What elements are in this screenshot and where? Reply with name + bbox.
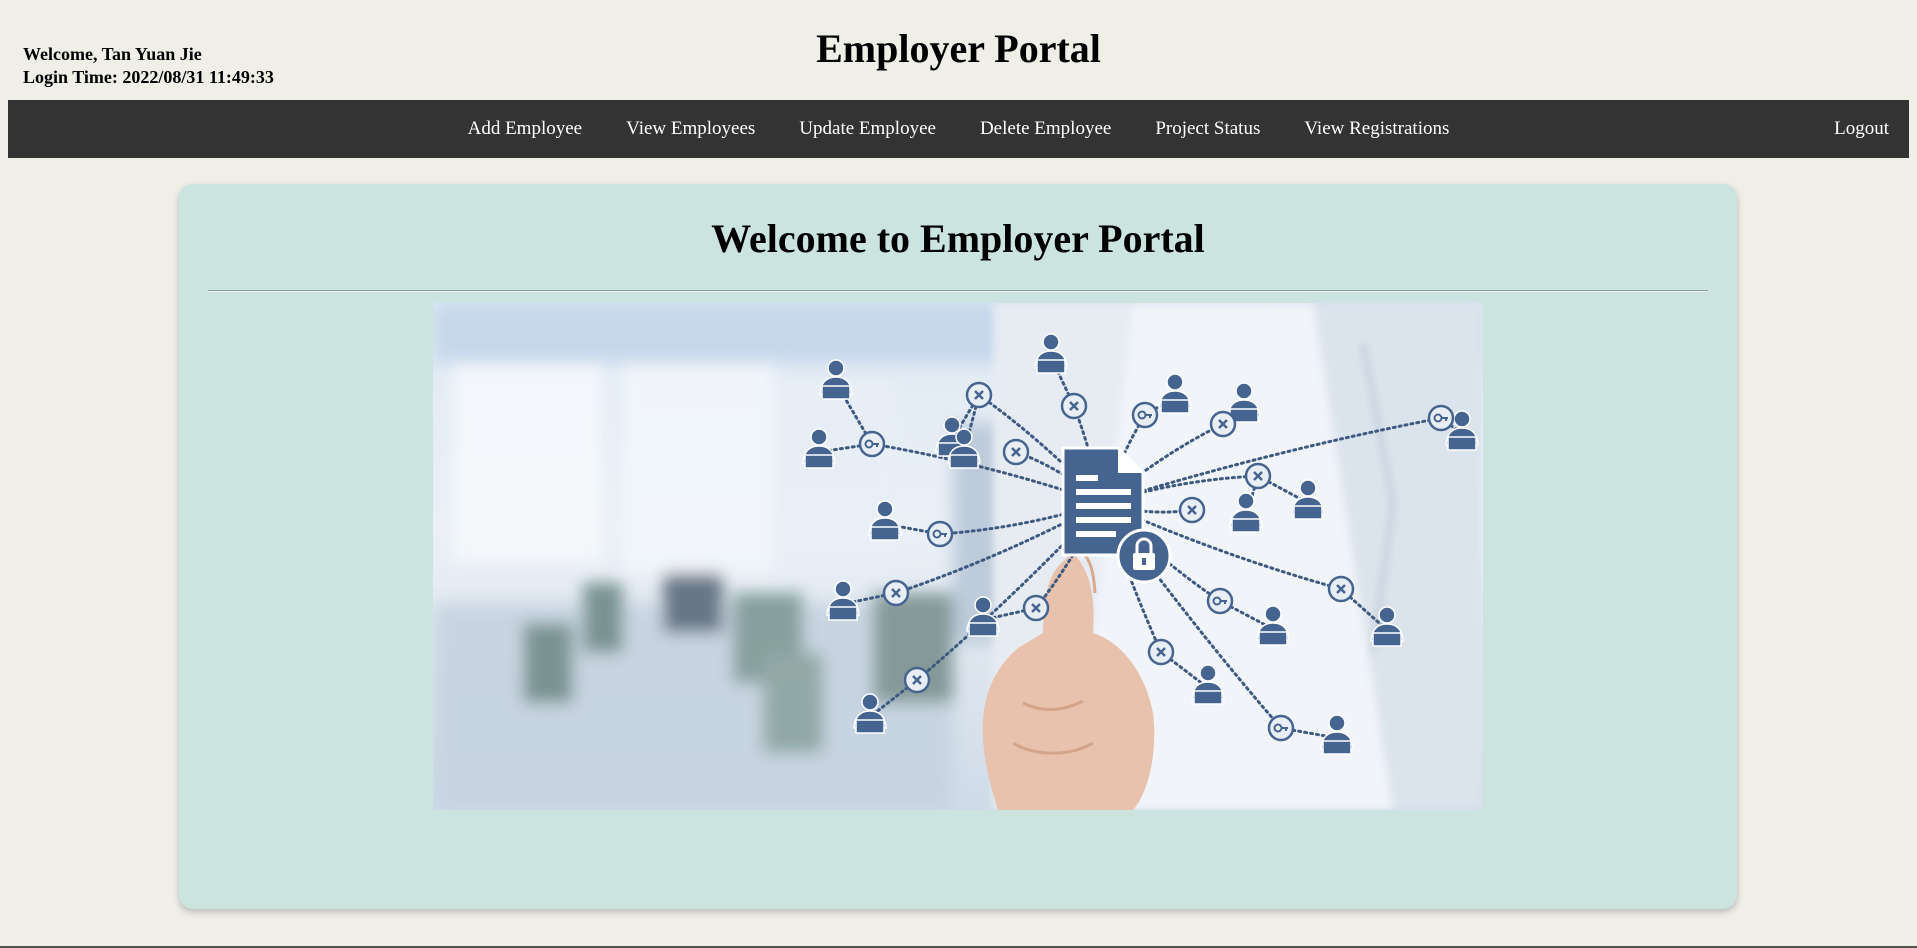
nav-add-employee[interactable]: Add Employee	[446, 118, 605, 140]
card-divider	[208, 290, 1708, 292]
x-mark-icon	[1002, 438, 1030, 466]
card-title: Welcome to Employer Portal	[711, 216, 1205, 261]
network-document-illustration	[433, 303, 1483, 810]
x-mark-icon	[1022, 594, 1050, 622]
page-title: Employer Portal	[816, 26, 1101, 71]
hero-image	[433, 303, 1483, 810]
x-mark-icon	[1327, 575, 1355, 603]
x-mark-icon	[1244, 462, 1272, 490]
x-mark-icon	[1209, 410, 1237, 438]
lock-icon	[1116, 528, 1172, 584]
x-mark-icon	[1060, 392, 1088, 420]
nav-update-employee[interactable]: Update Employee	[777, 118, 958, 140]
nav-view-employees[interactable]: View Employees	[604, 118, 777, 140]
x-mark-icon	[1178, 496, 1206, 524]
key-icon	[1131, 401, 1159, 429]
key-icon	[1427, 404, 1455, 432]
top-header: Welcome, Tan Yuan Jie Login Time: 2022/0…	[0, 0, 1917, 100]
x-mark-icon	[882, 579, 910, 607]
x-mark-icon	[903, 666, 931, 694]
key-icon	[926, 520, 954, 548]
key-icon	[858, 430, 886, 458]
nav-project-status[interactable]: Project Status	[1133, 118, 1282, 140]
key-icon	[1206, 587, 1234, 615]
logout-link[interactable]: Logout	[1834, 100, 1889, 158]
x-mark-icon	[965, 381, 993, 409]
nav-view-registrations[interactable]: View Registrations	[1282, 118, 1471, 140]
key-icon	[1267, 714, 1295, 742]
x-mark-icon	[1147, 638, 1175, 666]
nav-links: Add Employee View Employees Update Emplo…	[8, 100, 1909, 158]
welcome-card: Welcome to Employer Portal	[179, 184, 1737, 909]
nav-delete-employee[interactable]: Delete Employee	[958, 118, 1133, 140]
main-navbar: Add Employee View Employees Update Emplo…	[8, 100, 1909, 158]
